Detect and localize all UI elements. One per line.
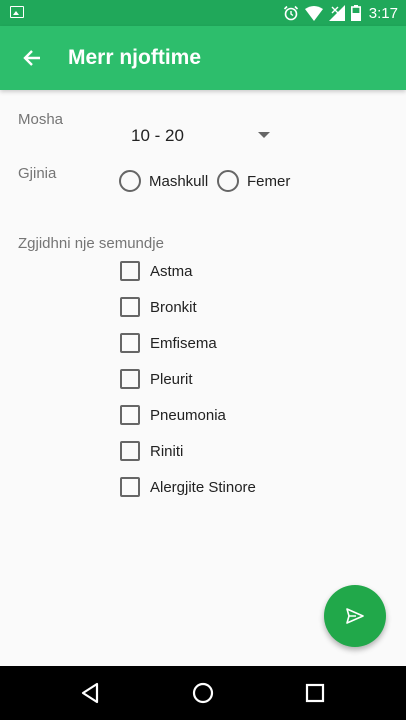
- status-icons: 3:17: [283, 3, 398, 23]
- send-button[interactable]: [324, 585, 386, 647]
- checkbox-label: Pleurit: [150, 370, 193, 388]
- checkbox-label: Bronkit: [150, 298, 197, 316]
- back-triangle-icon: [81, 682, 99, 704]
- checkbox-pneumonia[interactable]: Pneumonia: [120, 403, 226, 427]
- checkbox-label: Riniti: [150, 442, 184, 460]
- status-bar: 3:17: [0, 0, 406, 26]
- checkbox-label: Alergjite Stinore: [150, 478, 256, 496]
- age-selected-value: 10 - 20: [131, 126, 184, 145]
- checkbox-box: [120, 477, 140, 497]
- navigation-bar: [0, 666, 406, 720]
- battery-icon: [350, 5, 361, 21]
- radio-mashkull[interactable]: Mashkull: [119, 169, 208, 193]
- nav-recents-button[interactable]: [300, 678, 330, 708]
- send-icon: [346, 608, 364, 624]
- nav-home-button[interactable]: [188, 678, 218, 708]
- checkbox-box: [120, 261, 140, 281]
- page-title: Merr njoftime: [68, 46, 202, 69]
- nav-back-button[interactable]: [75, 678, 105, 708]
- signal-icon: [328, 5, 345, 21]
- checkbox-label: Pneumonia: [150, 406, 226, 424]
- app-bar: Merr njoftime: [0, 26, 406, 90]
- checkbox-box: [120, 405, 140, 425]
- checkbox-label: Emfisema: [150, 334, 217, 352]
- checkbox-label: Astma: [150, 262, 193, 280]
- age-dropdown[interactable]: 10 - 20: [120, 118, 280, 152]
- checkbox-bronkit[interactable]: Bronkit: [120, 295, 197, 319]
- image-notification-icon: [10, 6, 24, 18]
- age-label: Mosha: [18, 111, 64, 128]
- checkbox-pleurit[interactable]: Pleurit: [120, 367, 193, 391]
- home-circle-icon: [192, 682, 214, 704]
- status-time: 3:17: [368, 4, 398, 22]
- checkbox-box: [120, 297, 140, 317]
- checkbox-riniti[interactable]: Riniti: [120, 439, 183, 463]
- checkbox-astma[interactable]: Astma: [120, 259, 193, 283]
- disease-section-label: Zgjidhni nje semundje: [18, 235, 164, 252]
- alarm-icon: [283, 5, 298, 21]
- arrow-back-icon: [23, 50, 40, 66]
- radio-label: Femer: [247, 172, 291, 190]
- radio-circle: [217, 170, 239, 192]
- gender-label: Gjinia: [18, 165, 57, 182]
- radio-label: Mashkull: [149, 172, 209, 190]
- checkbox-box: [120, 441, 140, 461]
- checkbox-box: [120, 369, 140, 389]
- wifi-icon: [304, 5, 323, 21]
- radio-circle: [119, 170, 141, 192]
- checkbox-emfisema[interactable]: Emfisema: [120, 331, 217, 355]
- dropdown-arrow-icon: [258, 132, 270, 138]
- checkbox-box: [120, 333, 140, 353]
- radio-femer[interactable]: Femer: [217, 169, 290, 193]
- recents-square-icon: [305, 683, 325, 703]
- checkbox-alergjite-stinore[interactable]: Alergjite Stinore: [120, 475, 256, 499]
- back-button[interactable]: [14, 40, 50, 76]
